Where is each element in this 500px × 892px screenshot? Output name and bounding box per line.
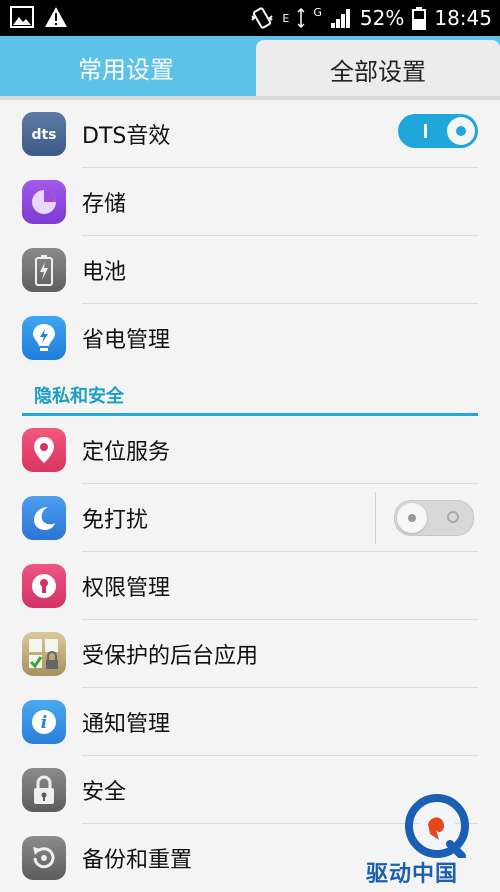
settings-row-dts[interactable]: dts DTS音效 bbox=[0, 100, 500, 168]
settings-row-label: 存储 bbox=[82, 192, 127, 217]
signal-strength-icon bbox=[330, 9, 350, 28]
warning-icon bbox=[45, 7, 67, 27]
tab-common-settings[interactable]: 常用设置 bbox=[0, 36, 252, 98]
do-not-disturb-toggle[interactable] bbox=[394, 500, 474, 536]
section-title: 隐私和安全 bbox=[34, 386, 124, 407]
settings-row-notifications[interactable]: i 通知管理 bbox=[0, 688, 500, 756]
settings-row-label: DTS音效 bbox=[82, 124, 171, 149]
vibrate-icon bbox=[251, 7, 274, 29]
battery-percent: 52% bbox=[359, 6, 405, 30]
tab-all-settings[interactable]: 全部设置 bbox=[256, 40, 500, 98]
power-saving-icon bbox=[22, 316, 66, 360]
settings-row-label: 电池 bbox=[82, 260, 127, 285]
svg-text:i: i bbox=[41, 713, 47, 733]
settings-row-permissions[interactable]: 权限管理 bbox=[0, 552, 500, 620]
settings-row-label: 定位服务 bbox=[82, 440, 171, 465]
watermark-text: 驱动中国 bbox=[366, 862, 459, 887]
lock-icon bbox=[22, 768, 66, 812]
settings-row-location[interactable]: 定位服务 bbox=[0, 416, 500, 484]
signal-e-label: E bbox=[282, 11, 290, 25]
battery-status-icon bbox=[412, 7, 427, 30]
signal-g-label: G bbox=[313, 6, 322, 19]
storage-icon bbox=[22, 180, 66, 224]
watermark-logo: 驱动中国 bbox=[366, 794, 482, 888]
image-notification-icon bbox=[10, 6, 34, 28]
tab-bar: 常用设置 全部设置 bbox=[0, 36, 500, 98]
settings-row-do-not-disturb[interactable]: 免打扰 bbox=[0, 484, 500, 552]
battery-icon bbox=[22, 248, 66, 292]
moon-icon bbox=[22, 496, 66, 540]
clock: 18:45 bbox=[434, 6, 492, 30]
settings-row-label: 省电管理 bbox=[82, 328, 171, 353]
settings-row-label: 通知管理 bbox=[82, 712, 171, 737]
status-bar: E G 52% 18:45 bbox=[0, 0, 500, 36]
dts-icon: dts bbox=[22, 112, 66, 156]
protected-apps-icon bbox=[22, 632, 66, 676]
data-arrows-icon bbox=[297, 7, 305, 29]
settings-row-label: 权限管理 bbox=[82, 576, 171, 601]
dts-toggle[interactable] bbox=[398, 114, 478, 148]
settings-row-power-saving[interactable]: 省电管理 bbox=[0, 304, 500, 372]
watermark-q-icon bbox=[405, 794, 469, 858]
location-icon bbox=[22, 428, 66, 472]
settings-list: dts DTS音效 存储 电池 省电管理 隐私和安全 定位服务 免打扰 权限管理… bbox=[0, 100, 500, 892]
svg-text:dts: dts bbox=[31, 127, 56, 143]
settings-row-label: 备份和重置 bbox=[82, 848, 193, 873]
settings-row-label: 免打扰 bbox=[82, 508, 149, 533]
settings-row-protected-apps[interactable]: 受保护的后台应用 bbox=[0, 620, 500, 688]
section-privacy-security: 隐私和安全 bbox=[0, 372, 500, 416]
backup-reset-icon bbox=[22, 836, 66, 880]
settings-row-label: 受保护的后台应用 bbox=[82, 644, 259, 669]
settings-row-storage[interactable]: 存储 bbox=[0, 168, 500, 236]
settings-row-label: 安全 bbox=[82, 780, 127, 805]
keyhole-icon bbox=[22, 564, 66, 608]
settings-row-battery[interactable]: 电池 bbox=[0, 236, 500, 304]
info-icon: i bbox=[22, 700, 66, 744]
